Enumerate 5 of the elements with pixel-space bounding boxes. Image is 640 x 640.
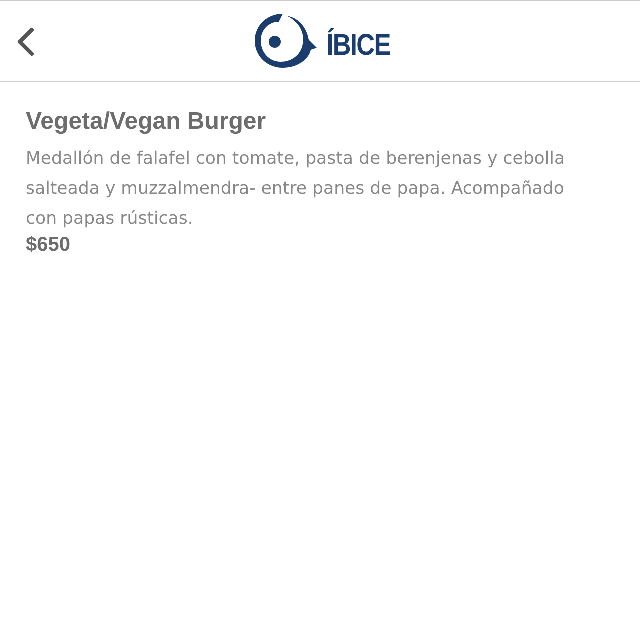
back-icon bbox=[16, 27, 36, 57]
logo-text: ÍBICE bbox=[327, 29, 391, 63]
item-price: $650 bbox=[26, 234, 72, 257]
item-title: Vegeta/Vegan Burger bbox=[26, 108, 268, 136]
item-description: Medallón de falafel con tomate, pasta de berenjenas y cebolla salteada y muzzalmendra- entre panes de papa. Acompañado con papas rústicas. bbox=[26, 148, 566, 231]
